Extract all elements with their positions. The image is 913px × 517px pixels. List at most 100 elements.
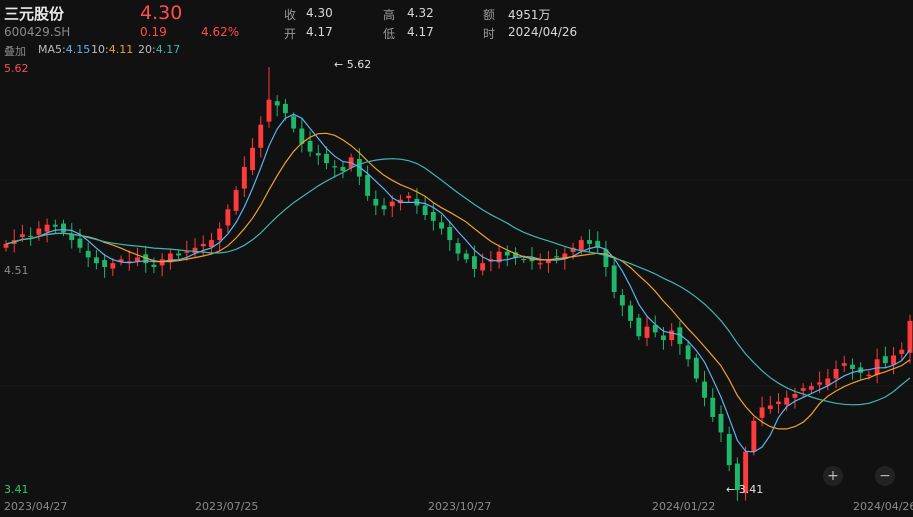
ma5-value: 4.15 <box>65 43 91 56</box>
candle-body <box>209 240 214 247</box>
candle-body <box>225 209 231 226</box>
candle-body <box>28 235 34 238</box>
candle-body <box>882 356 888 364</box>
candle-body <box>661 335 666 341</box>
low-annotation: ← 3.41 <box>726 483 764 496</box>
candle-body <box>463 253 469 260</box>
candle-body <box>381 205 387 210</box>
candle-body <box>135 257 140 262</box>
candle-body <box>776 401 781 404</box>
x-tick-4: 2024/04/26 <box>853 500 913 513</box>
low-value: 4.17 <box>407 25 434 39</box>
ma10-value: 4.11 <box>108 43 134 56</box>
candle-body <box>504 251 510 256</box>
ma20-readout: 20:4.17 <box>138 43 180 56</box>
candle-body <box>636 317 642 337</box>
candle-body <box>587 240 592 244</box>
candle-body <box>93 257 99 264</box>
candle-body <box>52 224 58 227</box>
minus-icon: − <box>879 468 891 484</box>
candle-body <box>332 166 338 168</box>
time-value: 2024/04/26 <box>508 25 578 39</box>
time-label: 时 <box>483 27 496 41</box>
candle-body <box>751 420 757 452</box>
plus-icon: + <box>827 468 839 484</box>
candle-body <box>422 205 428 216</box>
candle-body <box>471 256 477 269</box>
candle-body <box>800 388 806 391</box>
candle-body <box>710 397 716 417</box>
close-value: 4.30 <box>306 6 333 20</box>
ma5-line <box>5 113 911 453</box>
candle-body <box>250 147 255 171</box>
x-tick-0: 2023/04/27 <box>4 500 68 513</box>
candle-body <box>151 264 157 267</box>
candle-body <box>619 295 625 306</box>
overlay-toggle[interactable]: 叠加 <box>4 43 26 59</box>
candle-body <box>217 228 223 241</box>
zoom-in-button[interactable]: + <box>823 466 843 486</box>
candle-body <box>899 349 905 354</box>
high-label: 高 <box>383 8 396 22</box>
high-value: 4.32 <box>407 6 434 20</box>
candle-body <box>767 405 773 409</box>
candle-body <box>36 228 42 235</box>
candle-body <box>19 234 25 237</box>
zoom-out-button[interactable]: − <box>875 466 895 486</box>
amount-value: 4951万 <box>508 8 551 22</box>
candle-body <box>315 153 321 156</box>
candle-body <box>628 305 634 321</box>
candle-body <box>693 357 699 379</box>
y-max-label: 5.62 <box>4 62 29 75</box>
ma20-value: 4.17 <box>155 43 181 56</box>
candle-body <box>176 253 182 256</box>
candle-body <box>233 190 239 211</box>
candle-body <box>102 260 108 267</box>
candle-body <box>455 243 461 254</box>
candle-body <box>85 250 91 258</box>
candle-body <box>447 227 453 241</box>
candle-body <box>340 167 346 171</box>
last-price: 4.30 <box>140 2 183 24</box>
kline-chart[interactable] <box>0 0 913 517</box>
candle-body <box>578 240 584 251</box>
open-value: 4.17 <box>306 25 333 39</box>
ma10-label: 10: <box>91 43 109 56</box>
candle-body <box>373 198 379 206</box>
candle-body <box>61 223 66 233</box>
candle-body <box>324 153 329 164</box>
candle-body <box>274 101 280 106</box>
candle-body <box>891 355 897 365</box>
candle-body <box>833 368 839 379</box>
candle-body <box>184 251 190 253</box>
low-label: 低 <box>383 27 396 41</box>
candle-body <box>44 224 50 232</box>
candle-body <box>77 238 83 248</box>
candle-body <box>430 212 436 221</box>
candle-body <box>537 263 543 265</box>
candle-body <box>808 386 814 390</box>
candle-body <box>554 256 560 258</box>
ma-lines <box>5 113 911 453</box>
candle-body <box>874 359 880 375</box>
candle-body <box>784 397 790 405</box>
candle-body <box>718 413 724 433</box>
candle-body <box>307 140 313 152</box>
candle-body <box>200 243 206 247</box>
candle-body <box>3 243 9 248</box>
candle-body <box>406 195 412 199</box>
close-label: 收 <box>284 8 297 22</box>
ma20-line <box>5 158 911 406</box>
candle-body <box>291 116 297 129</box>
low-annotation-value: 3.41 <box>738 483 764 496</box>
ma10-line <box>5 132 911 430</box>
ma5-readout: MA5:4.15 <box>38 43 90 56</box>
candle-body <box>907 320 913 353</box>
price-change: 0.19 <box>140 25 167 39</box>
candles <box>3 67 913 501</box>
x-tick-2: 2023/10/27 <box>428 500 492 513</box>
candle-body <box>365 175 371 196</box>
candle-body <box>685 345 691 360</box>
candle-body <box>439 222 445 229</box>
candle-body <box>759 407 765 418</box>
